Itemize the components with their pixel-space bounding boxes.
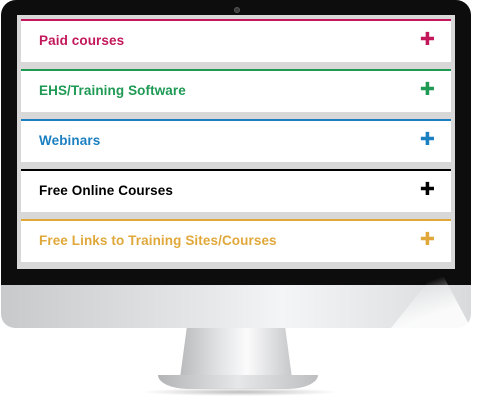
accordion-item-label: Free Online Courses	[39, 183, 173, 198]
monitor-bezel: Paid courses ✚ EHS/Training Software ✚ W…	[1, 0, 471, 285]
camera-icon	[234, 7, 240, 13]
accordion-item-ehs-training-software[interactable]: EHS/Training Software ✚	[21, 69, 451, 112]
accordion-item-free-links[interactable]: Free Links to Training Sites/Courses ✚	[21, 219, 451, 262]
accordion-item-label: Free Links to Training Sites/Courses	[39, 233, 277, 248]
plus-icon[interactable]: ✚	[420, 81, 435, 99]
monitor-screen: Paid courses ✚ EHS/Training Software ✚ W…	[17, 15, 455, 269]
accordion-item-label: EHS/Training Software	[39, 83, 186, 98]
plus-icon[interactable]: ✚	[420, 231, 435, 249]
monitor-chin	[1, 268, 471, 328]
accordion-item-label: Paid courses	[39, 33, 125, 48]
monitor-stand-base	[158, 375, 318, 389]
plus-icon[interactable]: ✚	[420, 181, 435, 199]
accordion: Paid courses ✚ EHS/Training Software ✚ W…	[21, 19, 451, 269]
accordion-item-webinars[interactable]: Webinars ✚	[21, 119, 451, 162]
plus-icon[interactable]: ✚	[420, 131, 435, 149]
accordion-item-label: Webinars	[39, 133, 101, 148]
accordion-item-paid-courses[interactable]: Paid courses ✚	[21, 19, 451, 62]
accordion-item-free-online-courses[interactable]: Free Online Courses ✚	[21, 169, 451, 212]
monitor-mockup: Paid courses ✚ EHS/Training Software ✚ W…	[0, 0, 483, 402]
plus-icon[interactable]: ✚	[420, 31, 435, 49]
monitor-stand-neck	[180, 328, 292, 378]
stand-shadow	[140, 388, 340, 396]
